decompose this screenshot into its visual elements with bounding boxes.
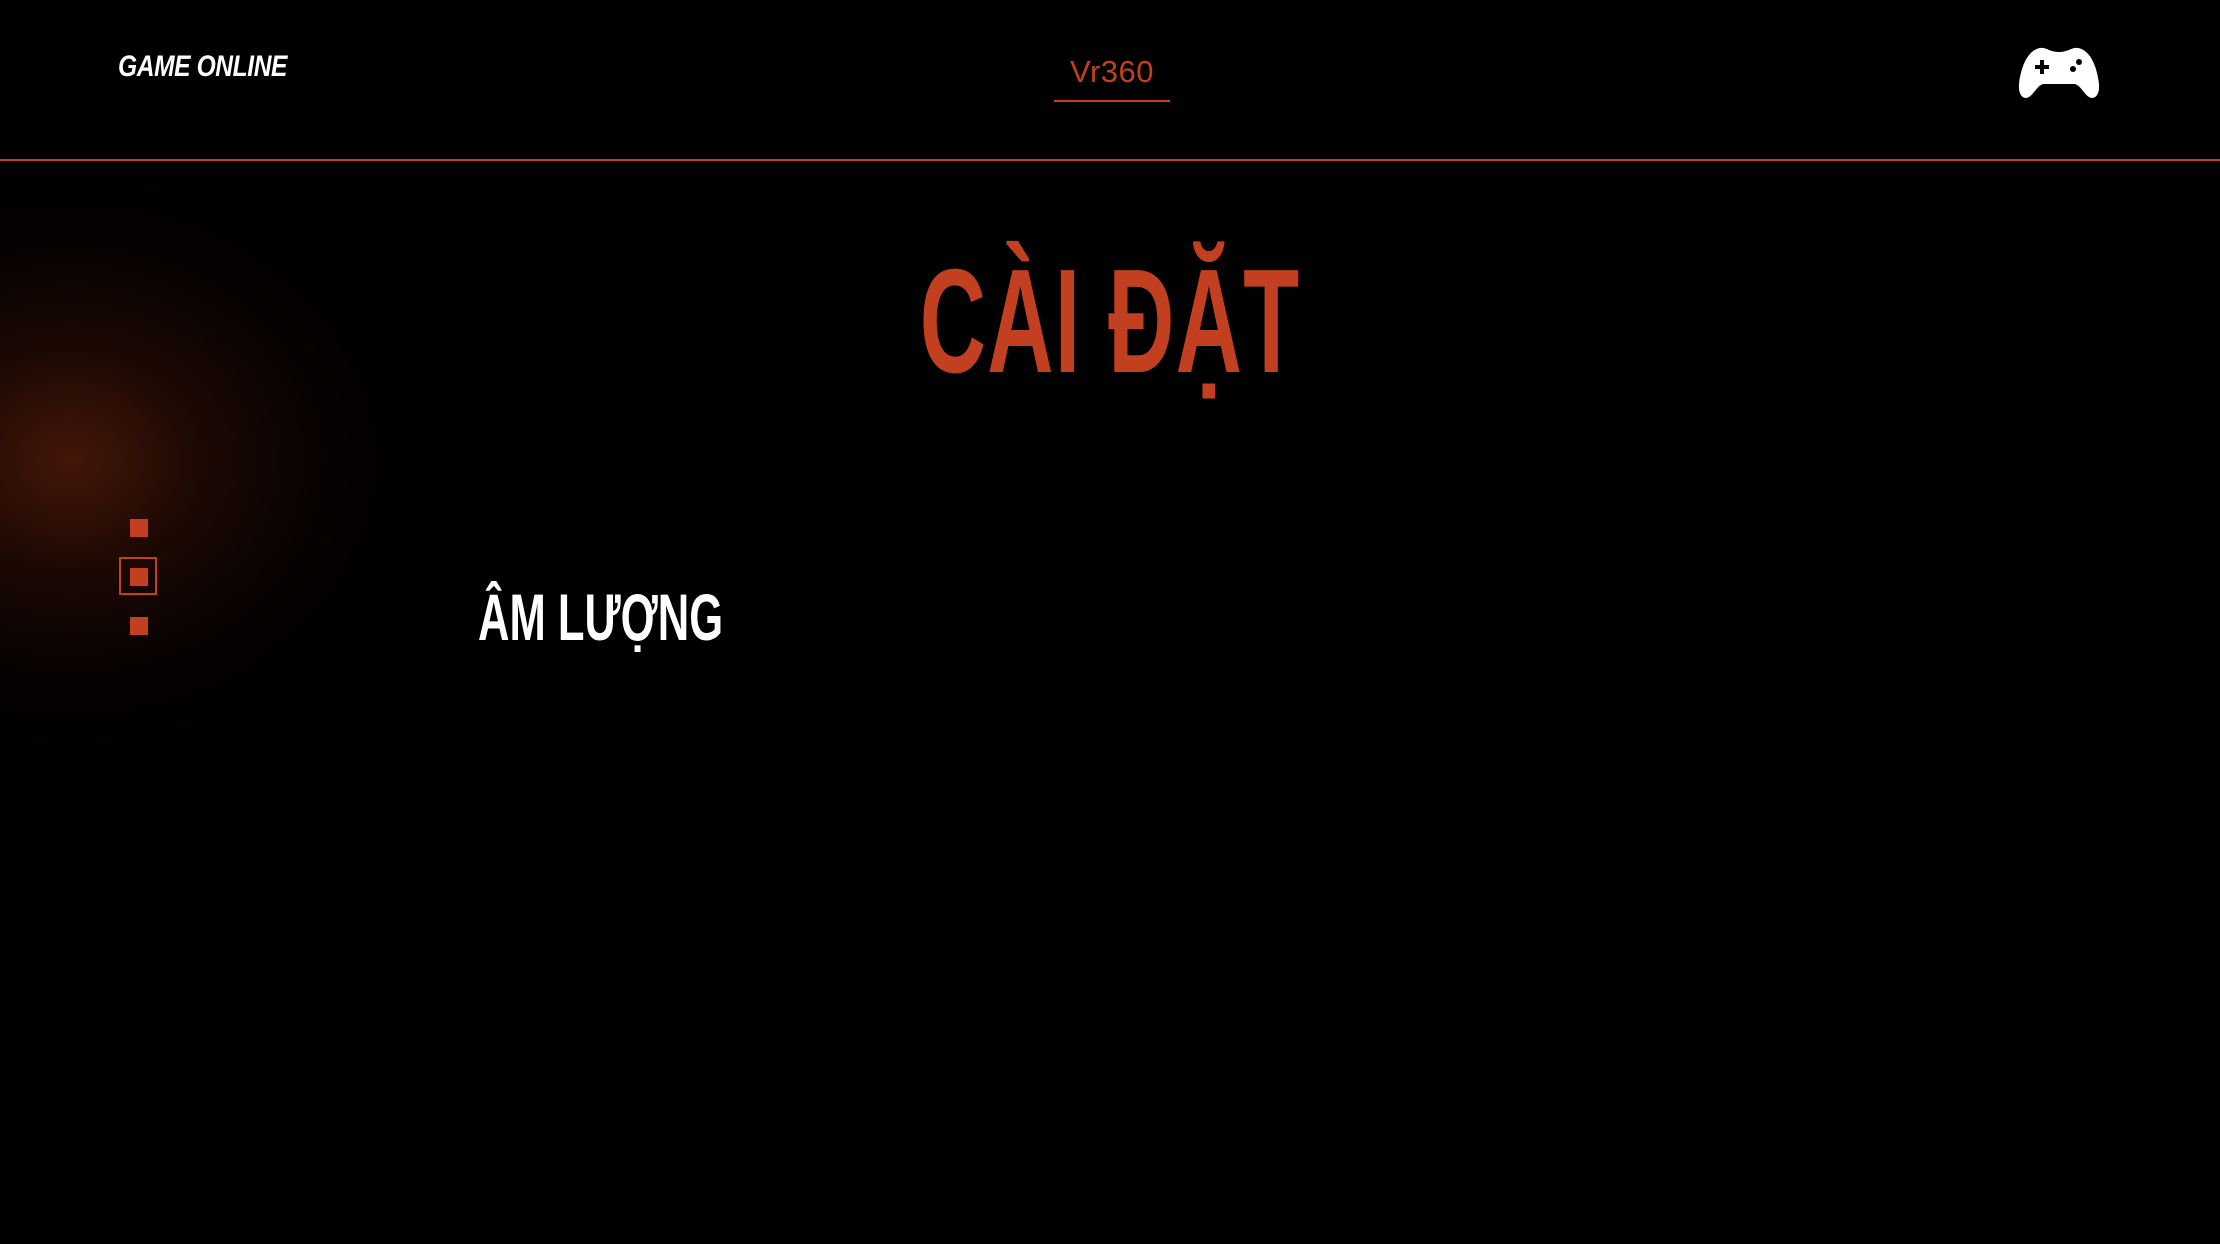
- ambient-glow: [0, 150, 440, 770]
- page-indicator-2-active[interactable]: [130, 568, 148, 586]
- nav-tab-vr360[interactable]: Vr360: [1054, 50, 1170, 102]
- header-divider: [0, 159, 2220, 161]
- page-title-text: CÀI ĐẶT: [919, 239, 1301, 404]
- page-indicator-1[interactable]: [130, 519, 148, 537]
- setting-volume-label[interactable]: ÂM LƯỢNG: [478, 584, 723, 650]
- brand-logo-text[interactable]: GAME ONLINE: [118, 50, 287, 84]
- page-title: CÀI ĐẶT: [0, 248, 2220, 396]
- settings-screen: GAME ONLINE Vr360 CÀI ĐẶT ÂM LƯỢNG: [0, 0, 2220, 1244]
- gamepad-icon-graphic: [2018, 47, 2100, 98]
- gamepad-icon[interactable]: [2018, 44, 2100, 102]
- page-indicator-3[interactable]: [130, 617, 148, 635]
